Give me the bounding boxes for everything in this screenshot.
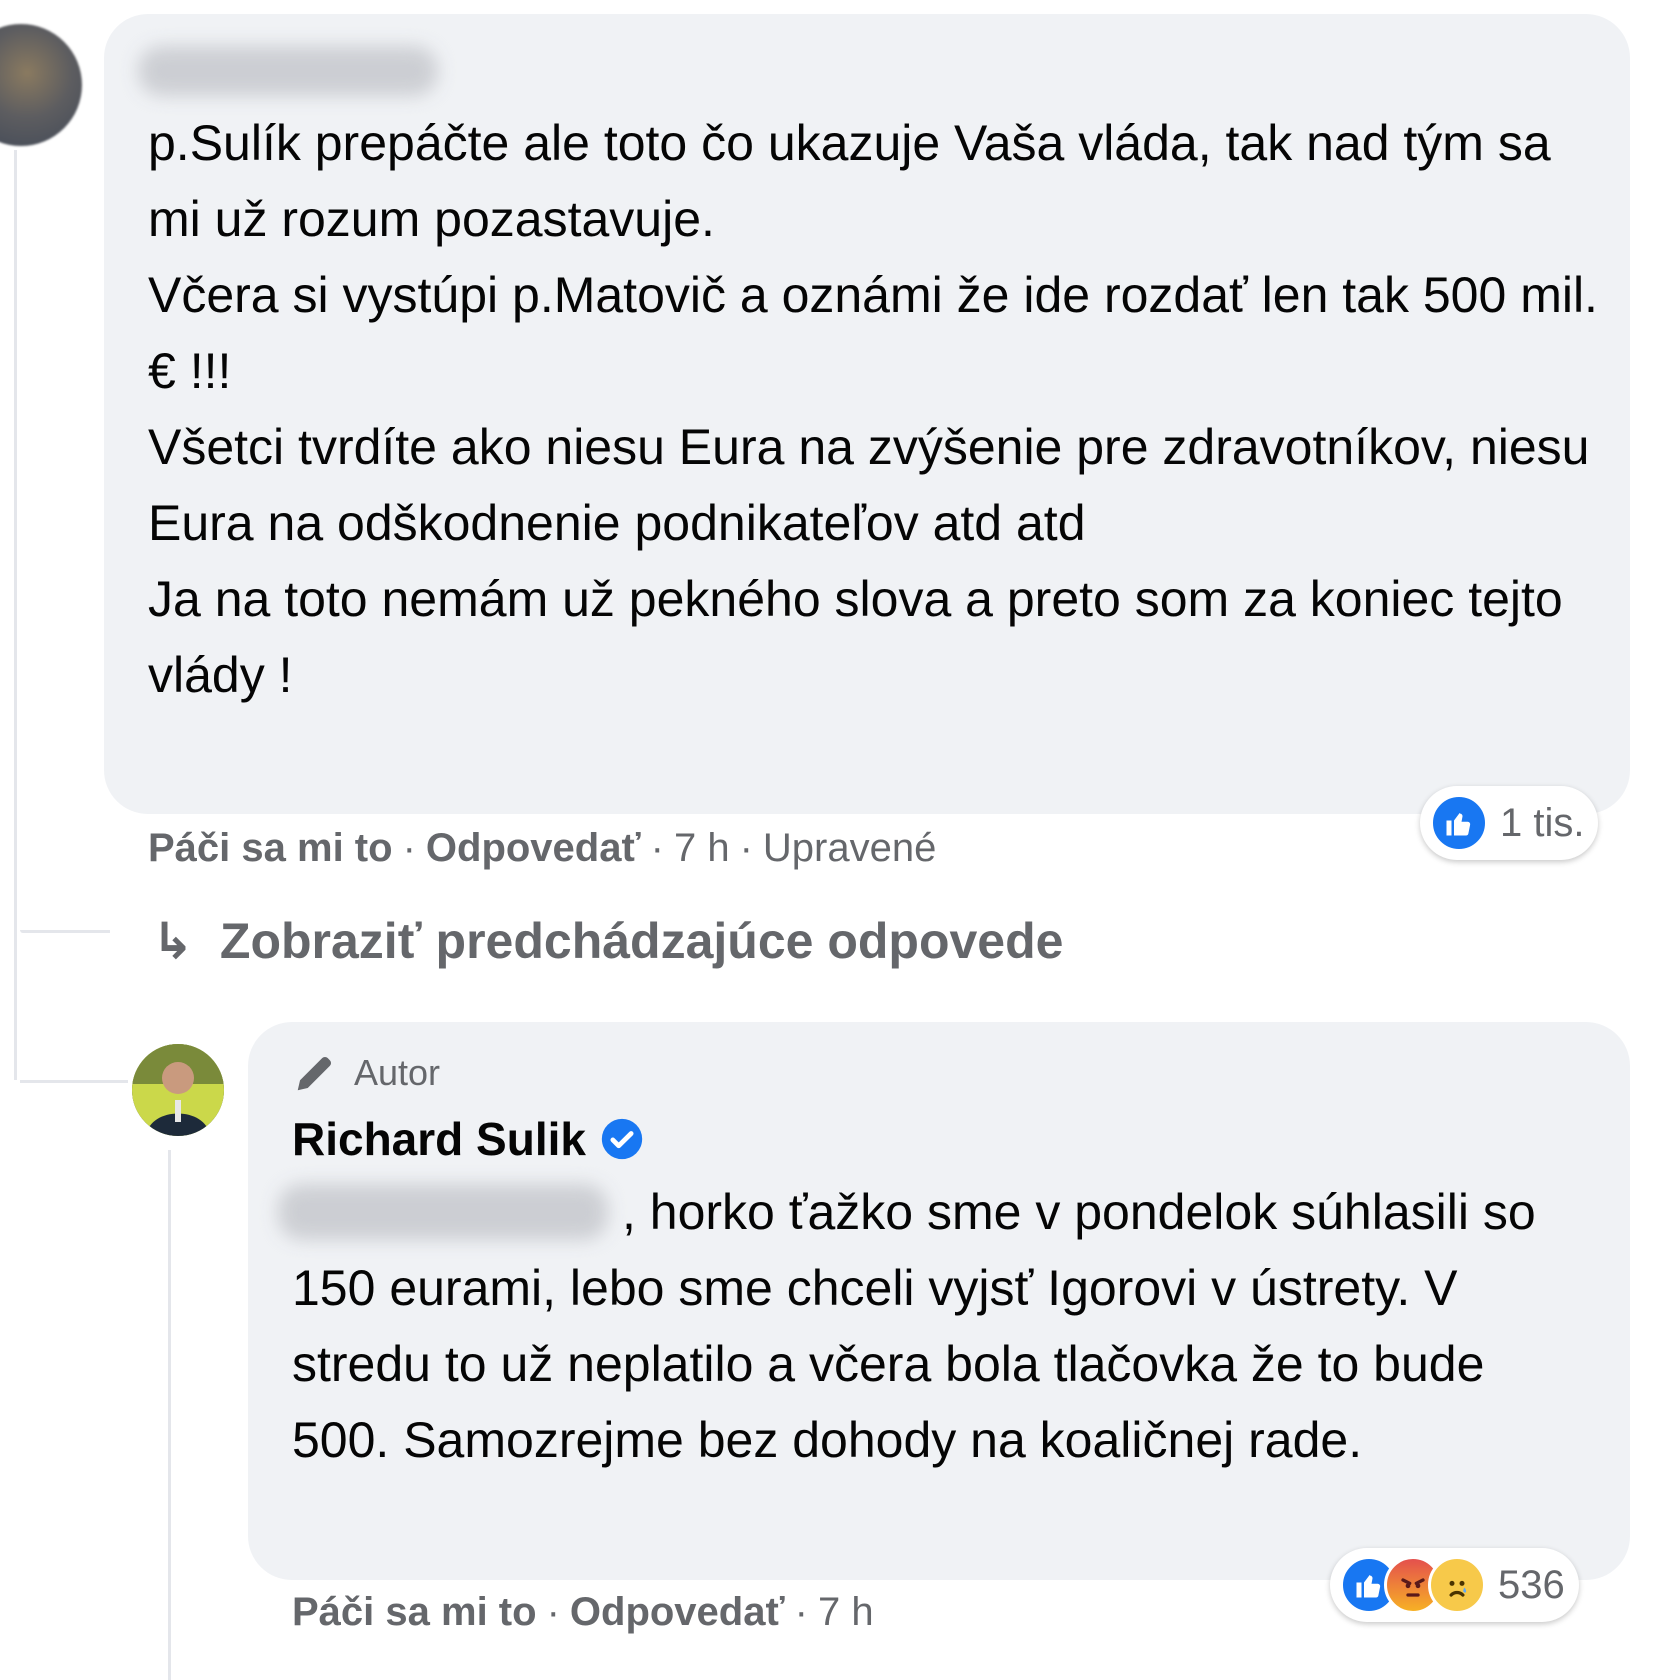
- timestamp[interactable]: 7 h: [674, 826, 730, 871]
- reaction-count: 1 tis.: [1500, 800, 1585, 845]
- verified-badge-icon: [601, 1118, 643, 1160]
- reply-button[interactable]: Odpovedať: [570, 1590, 785, 1635]
- reply-actions: Páči sa mi to · Odpovedať · 7 h: [292, 1590, 874, 1635]
- author-name[interactable]: Richard Sulik: [292, 1112, 644, 1166]
- thread-line-reply: [168, 1150, 171, 1680]
- reaction-summary[interactable]: 536: [1330, 1548, 1579, 1622]
- separator: ·: [739, 826, 753, 870]
- like-button[interactable]: Páči sa mi to: [148, 826, 393, 871]
- separator: ·: [402, 826, 416, 870]
- separator: ·: [650, 826, 664, 870]
- reply-arrow-icon: ↳: [152, 913, 194, 969]
- avatar[interactable]: [0, 24, 82, 146]
- reply-text: , horko ťažko sme v pondelok súhlasili s…: [292, 1184, 1536, 1468]
- view-previous-replies-link[interactable]: ↳ Zobraziť predchádzajúce odpovede: [152, 912, 1063, 970]
- separator: ·: [546, 1590, 560, 1634]
- view-previous-label: Zobraziť predchádzajúce odpovede: [219, 913, 1064, 969]
- reply-button[interactable]: Odpovedať: [426, 826, 641, 871]
- author-badge: Autor: [292, 1050, 440, 1096]
- reaction-count: 536: [1498, 1562, 1565, 1607]
- author-name-text: Richard Sulik: [292, 1113, 586, 1165]
- like-icon: [1430, 794, 1488, 852]
- author-avatar[interactable]: [132, 1044, 224, 1136]
- comment-text: p.Sulík prepáčte ale toto čo ukazuje Vaš…: [148, 115, 1598, 703]
- like-button[interactable]: Páči sa mi to: [292, 1590, 537, 1635]
- author-badge-label: Autor: [354, 1052, 441, 1093]
- thread-line-trunk: [14, 930, 17, 1080]
- thread-line-branch-2: [20, 1080, 128, 1083]
- pencil-icon: [297, 1056, 332, 1091]
- reaction-summary[interactable]: 1 tis.: [1420, 786, 1599, 860]
- edited-label[interactable]: Upravené: [763, 826, 936, 871]
- sad-icon: [1428, 1556, 1486, 1614]
- timestamp[interactable]: 7 h: [818, 1590, 874, 1635]
- thread-line-branch-1: [20, 930, 110, 933]
- blurred-author-name[interactable]: [138, 46, 438, 96]
- comment-actions: Páči sa mi to · Odpovedať · 7 h · Uprave…: [148, 826, 936, 871]
- separator: ·: [794, 1590, 808, 1634]
- thread-line-main: [14, 150, 17, 940]
